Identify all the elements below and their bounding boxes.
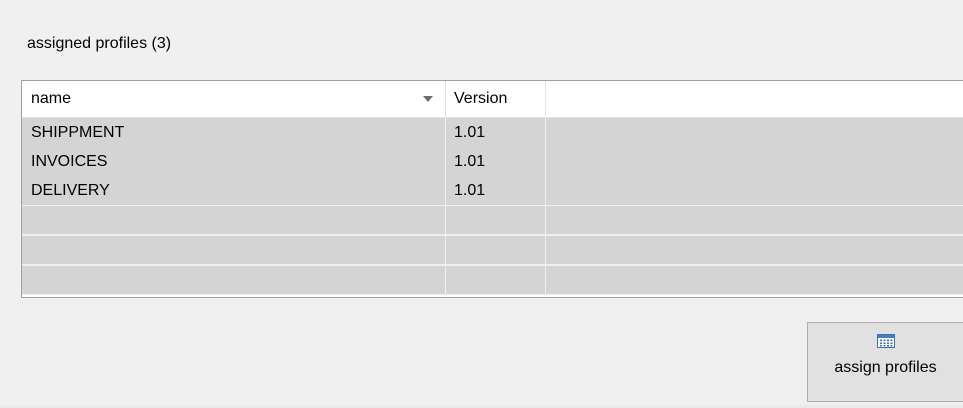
- cell-version-empty[interactable]: [446, 236, 546, 266]
- cell-name[interactable]: DELIVERY: [22, 176, 446, 205]
- grid-body: SHIPPMENT 1.01 INVOICES 1.01 DELIVERY 1.…: [22, 118, 963, 296]
- cell-filler: [546, 147, 963, 176]
- cell-filler: [546, 236, 963, 266]
- cell-version[interactable]: 1.01: [446, 176, 546, 205]
- cell-filler: [546, 118, 963, 147]
- column-header-name-label: name: [31, 90, 72, 107]
- cell-filler: [546, 206, 963, 236]
- cell-filler: [546, 176, 963, 205]
- sort-descending-icon[interactable]: [423, 96, 433, 102]
- assign-profiles-button[interactable]: assign profiles: [807, 322, 963, 402]
- empty-table-row[interactable]: [22, 235, 963, 266]
- cell-version-empty[interactable]: [446, 206, 546, 236]
- assign-profiles-label: assign profiles: [834, 359, 937, 376]
- cell-name-empty[interactable]: [22, 236, 446, 266]
- cell-name[interactable]: INVOICES: [22, 147, 446, 176]
- table-row[interactable]: INVOICES 1.01: [22, 147, 963, 176]
- grid-table-icon: [876, 334, 895, 348]
- profiles-grid[interactable]: name Version SHIPPMENT 1.01 INVOICES 1.0…: [21, 80, 963, 298]
- cell-name[interactable]: SHIPPMENT: [22, 118, 446, 147]
- empty-table-row[interactable]: [22, 265, 963, 296]
- table-row[interactable]: SHIPPMENT 1.01: [22, 118, 963, 147]
- cell-version[interactable]: 1.01: [446, 147, 546, 176]
- table-row[interactable]: DELIVERY 1.01: [22, 176, 963, 205]
- column-header-version-label: Version: [454, 90, 508, 107]
- column-header-version[interactable]: Version: [446, 81, 546, 117]
- group-title: assigned profiles (3): [27, 35, 172, 52]
- grid-header: name Version: [22, 81, 963, 118]
- empty-table-row[interactable]: [22, 205, 963, 236]
- cell-filler: [546, 266, 963, 296]
- cell-name-empty[interactable]: [22, 206, 446, 236]
- assigned-profiles-panel: assigned profiles (3) name Version SHIPP…: [0, 0, 963, 408]
- cell-version[interactable]: 1.01: [446, 118, 546, 147]
- cell-name-empty[interactable]: [22, 266, 446, 296]
- column-header-filler: [546, 81, 963, 117]
- column-header-name[interactable]: name: [22, 81, 446, 117]
- cell-version-empty[interactable]: [446, 266, 546, 296]
